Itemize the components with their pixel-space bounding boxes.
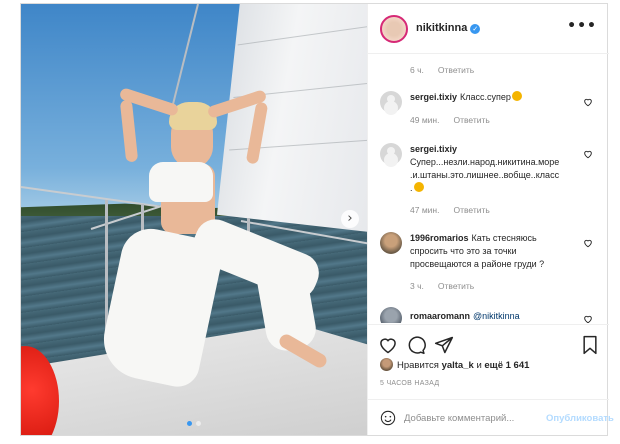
like-heart-icon[interactable] [378, 335, 398, 355]
author-avatar[interactable] [380, 15, 408, 43]
likes-count[interactable]: ещё 1 641 [484, 360, 529, 371]
comment-username[interactable]: sergei.tixiy [410, 143, 557, 156]
like-comment-heart-icon[interactable] [583, 149, 593, 159]
comment-username[interactable]: 1996romarios [410, 233, 469, 243]
comment-meta: 49 мин. Ответить [410, 115, 490, 125]
comment-meta: 3 ч. Ответить [410, 281, 474, 291]
comment-time: 49 мин. [410, 115, 440, 125]
emoji-picker-icon[interactable] [380, 410, 396, 426]
liker-username[interactable]: yalta_k [442, 360, 474, 371]
author-username[interactable]: nikitkinna ✓ [416, 22, 481, 34]
comment-mention-link[interactable]: @nikitkinna [473, 311, 520, 321]
comment-item: 1996romarios Кать стесняюсь спросить что … [410, 232, 574, 271]
post-details-panel: nikitkinna ✓ ••• 6 ч. Ответить sergei.tixi… [367, 4, 614, 435]
post-comment-button[interactable]: Опубликовать [546, 413, 614, 424]
comment-username[interactable]: sergei.tixiy [410, 92, 457, 102]
post-header: nikitkinna ✓ ••• [368, 4, 609, 54]
comments-list[interactable]: 6 ч. Ответить sergei.tixiy Класс.супер 49 … [368, 55, 609, 323]
add-comment-bar: Опубликовать [368, 399, 614, 435]
comment-meta: 6 ч. Ответить [410, 65, 474, 75]
more-options-icon[interactable]: ••• [567, 18, 597, 34]
likes-prefix: Нравится [397, 360, 439, 371]
liker-avatar [380, 358, 393, 371]
post-photo[interactable]: › [21, 4, 367, 435]
comment-text: Супер...незли.народ.никитина.море.и.штан… [410, 157, 560, 193]
comment-meta: 47 мин. Ответить [410, 205, 490, 215]
like-comment-heart-icon[interactable] [583, 314, 593, 323]
photo-sail [217, 4, 367, 234]
comment-time: 6 ч. [410, 65, 424, 75]
clapping-hands-icon [511, 91, 522, 101]
carousel-dot [196, 421, 201, 426]
reply-link[interactable]: Ответить [453, 115, 489, 125]
comment-item: sergei.tixiy Супер...незли.народ.никитина… [410, 143, 560, 195]
commenter-avatar[interactable] [380, 307, 402, 323]
save-bookmark-icon[interactable] [580, 335, 600, 355]
commenter-avatar[interactable] [380, 91, 402, 113]
comment-bubble-icon[interactable] [406, 335, 426, 355]
reply-link[interactable]: Ответить [453, 205, 489, 215]
carousel-next-button[interactable]: › [341, 210, 359, 228]
commenter-avatar[interactable] [380, 143, 402, 165]
author-username-text[interactable]: nikitkinna [416, 22, 467, 34]
comment-item: sergei.tixiy Класс.супер [410, 91, 586, 104]
like-comment-heart-icon[interactable] [583, 97, 593, 107]
commenter-avatar[interactable] [380, 232, 402, 254]
comment-time: 47 мин. [410, 205, 440, 215]
comment-text: Класс.супер [460, 92, 511, 102]
like-comment-heart-icon[interactable] [583, 238, 593, 248]
comment-item: romaaromann @nikitkinna [410, 310, 586, 323]
verified-badge-icon: ✓ [470, 24, 481, 34]
instagram-post-window: › nikitkinna ✓ ••• 6 ч. Ответить sergei.ti… [20, 3, 614, 436]
reply-link[interactable]: Ответить [438, 281, 474, 291]
comment-username[interactable]: romaaromann [410, 311, 470, 321]
comment-time: 3 ч. [410, 281, 424, 291]
carousel-dot [187, 421, 192, 426]
carousel-indicator [187, 421, 201, 426]
comment-input[interactable] [404, 409, 544, 427]
reply-link[interactable]: Ответить [438, 65, 474, 75]
post-timestamp[interactable]: 5 ЧАСОВ НАЗАД [380, 380, 439, 387]
clapping-hands-icon [413, 182, 424, 192]
share-paper-plane-icon[interactable] [434, 335, 454, 355]
likes-conjunction: и [476, 360, 482, 371]
likes-summary[interactable]: Нравится yalta_k и ещё 1 641 [380, 358, 529, 371]
